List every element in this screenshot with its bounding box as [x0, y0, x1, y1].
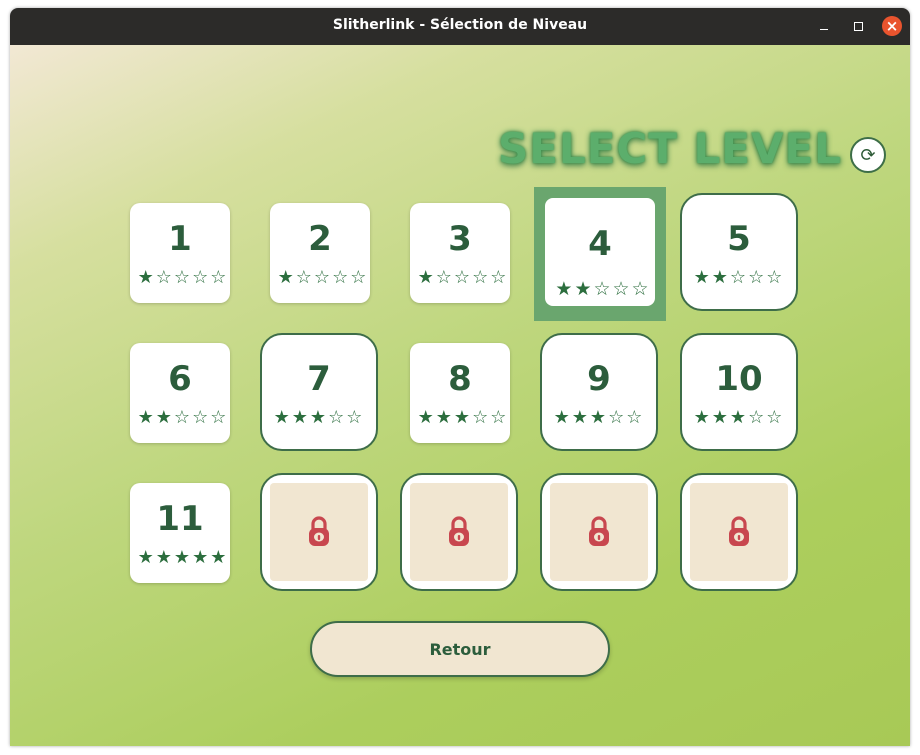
- level-number: 9: [587, 359, 611, 399]
- level-card-6[interactable]: 6 ★★☆☆☆: [130, 343, 230, 443]
- level-stars: ★★★☆☆: [693, 407, 785, 428]
- level-card-9[interactable]: 9 ★★★☆☆: [540, 333, 658, 451]
- lock-icon: [449, 516, 469, 546]
- level-number: 4: [588, 224, 612, 264]
- locked-level-card[interactable]: [400, 473, 518, 591]
- level-stars: ★★☆☆☆: [137, 407, 229, 428]
- close-button[interactable]: ×: [882, 16, 902, 36]
- minimize-icon: [820, 28, 828, 31]
- level-number: 5: [727, 219, 751, 259]
- level-number: 3: [448, 219, 472, 259]
- refresh-button[interactable]: ⟳: [850, 137, 886, 173]
- lock-icon: [589, 516, 609, 546]
- level-card-2[interactable]: 2 ★☆☆☆☆: [270, 203, 370, 303]
- locked-level-card[interactable]: [260, 473, 378, 591]
- title-bar: Slitherlink - Sélection de Niveau ×: [10, 8, 910, 45]
- back-button[interactable]: Retour: [310, 621, 610, 677]
- level-stars: ★☆☆☆☆: [137, 267, 229, 288]
- level-select-screen: SELECT LEVEL ⟳ 1 ★☆☆☆☆ 2 ★☆☆☆☆ 3 ★☆☆☆☆ 4…: [10, 45, 910, 746]
- level-card-10[interactable]: 10 ★★★☆☆: [680, 333, 798, 451]
- level-stars: ★☆☆☆☆: [277, 267, 369, 288]
- level-card-4-selected[interactable]: 4 ★★☆☆☆: [534, 187, 666, 321]
- locked-card-face: [690, 483, 788, 581]
- locked-level-card[interactable]: [540, 473, 658, 591]
- level-stars: ★★★☆☆: [417, 407, 509, 428]
- level-number: 10: [715, 359, 763, 399]
- level-stars: ★☆☆☆☆: [417, 267, 509, 288]
- selected-card-face: 4 ★★☆☆☆: [545, 198, 655, 306]
- window-title: Slitherlink - Sélection de Niveau: [332, 17, 588, 33]
- level-card-1[interactable]: 1 ★☆☆☆☆: [130, 203, 230, 303]
- locked-card-face: [550, 483, 648, 581]
- locked-card-face: [410, 483, 508, 581]
- locked-level-card[interactable]: [680, 473, 798, 591]
- level-stars: ★★★☆☆: [553, 407, 645, 428]
- close-icon: ×: [885, 16, 899, 35]
- page-title: SELECT LEVEL: [498, 124, 842, 173]
- level-number: 7: [307, 359, 331, 399]
- level-number: 2: [308, 219, 332, 259]
- locked-card-face: [270, 483, 368, 581]
- minimize-button[interactable]: [814, 16, 834, 36]
- level-card-8[interactable]: 8 ★★★☆☆: [410, 343, 510, 443]
- level-stars: ★★★★★: [137, 547, 229, 568]
- maximize-button[interactable]: [848, 16, 868, 36]
- lock-icon: [309, 516, 329, 546]
- level-number: 8: [448, 359, 472, 399]
- level-number: 11: [156, 499, 204, 539]
- app-window: Slitherlink - Sélection de Niveau × SELE…: [10, 8, 910, 746]
- maximize-icon: [853, 21, 863, 31]
- level-stars: ★★☆☆☆: [555, 278, 651, 300]
- level-card-5[interactable]: 5 ★★☆☆☆: [680, 193, 798, 311]
- level-stars: ★★☆☆☆: [693, 267, 785, 288]
- level-card-3[interactable]: 3 ★☆☆☆☆: [410, 203, 510, 303]
- refresh-icon: ⟳: [860, 144, 876, 166]
- level-stars: ★★★☆☆: [273, 407, 365, 428]
- level-number: 1: [168, 219, 192, 259]
- level-card-11[interactable]: 11 ★★★★★: [130, 483, 230, 583]
- level-card-7[interactable]: 7 ★★★☆☆: [260, 333, 378, 451]
- lock-icon: [729, 516, 749, 546]
- level-number: 6: [168, 359, 192, 399]
